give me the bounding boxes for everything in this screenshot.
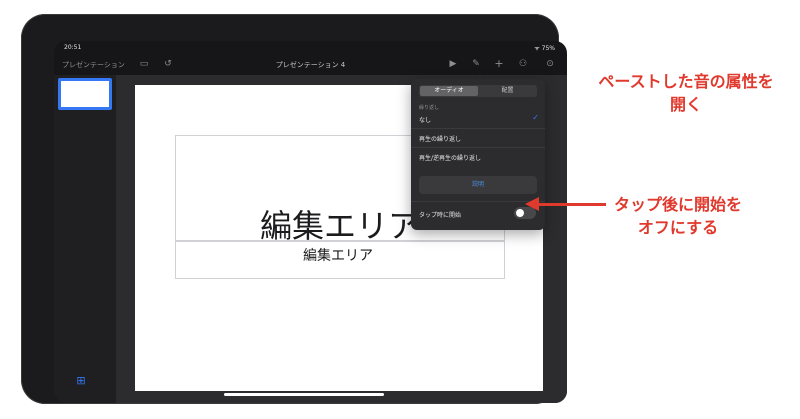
divider xyxy=(411,128,545,129)
annotation-arrow-head xyxy=(525,197,539,211)
ipad-frame: 20:51 ᯤ 75% プレゼンテーション ▭ ↺ プレゼンテーション 4 ▶ … xyxy=(21,14,567,404)
plus-icon[interactable]: + xyxy=(493,58,505,70)
repeat-option-none[interactable]: なし xyxy=(419,115,431,124)
toggle-knob xyxy=(516,209,524,217)
play-icon[interactable]: ▶ xyxy=(447,58,459,70)
description-button[interactable]: 説明 xyxy=(419,176,537,194)
slide-thumbnail-preview xyxy=(61,81,109,107)
annotation-line: オフにする xyxy=(637,218,719,237)
document-title[interactable]: プレゼンテーション 4 xyxy=(54,60,567,70)
divider xyxy=(411,147,545,148)
body-text: 編集エリア xyxy=(303,248,373,264)
collaborate-icon[interactable]: ⚇ xyxy=(517,58,529,70)
more-icon[interactable]: ⊙ xyxy=(544,58,556,70)
annotation-line: タップ後に開始を xyxy=(613,195,742,214)
slide-thumbnail-1[interactable] xyxy=(58,78,112,110)
add-slide-icon[interactable]: ⊞ xyxy=(74,375,88,387)
repeat-option-loop[interactable]: 再生の繰り返し xyxy=(419,134,461,143)
annotation-line: 開く xyxy=(669,95,702,114)
checkmark-icon: ✓ xyxy=(532,113,539,122)
tab-audio[interactable]: オーディオ xyxy=(420,86,478,96)
status-bar: 20:51 ᯤ 75% xyxy=(54,41,567,53)
repeat-section-label: 繰り返し xyxy=(419,105,440,111)
status-time: 20:51 xyxy=(64,44,82,51)
title-text: 編集エリア xyxy=(260,207,421,245)
screen: 20:51 ᯤ 75% プレゼンテーション ▭ ↺ プレゼンテーション 4 ▶ … xyxy=(54,41,567,403)
home-indicator xyxy=(224,393,384,396)
repeat-option-back-and-forth[interactable]: 再生/逆再生の繰り返し xyxy=(419,153,481,162)
paintbrush-icon[interactable]: ✎ xyxy=(470,58,482,70)
status-battery: ᯤ 75% xyxy=(534,45,555,52)
tap-to-start-label: タップ時に開始 xyxy=(419,212,462,219)
annotation-open-audio-properties: ペーストした音の属性を 開く xyxy=(576,70,796,116)
annotation-turn-off-tap-start: タップ後に開始を オフにする xyxy=(568,193,788,239)
slide-navigator: ⊞ xyxy=(54,75,116,403)
tab-arrange[interactable]: 配置 xyxy=(479,86,536,96)
annotation-line: ペーストした音の属性を xyxy=(598,72,774,91)
format-segmented-control: オーディオ 配置 xyxy=(419,85,537,97)
